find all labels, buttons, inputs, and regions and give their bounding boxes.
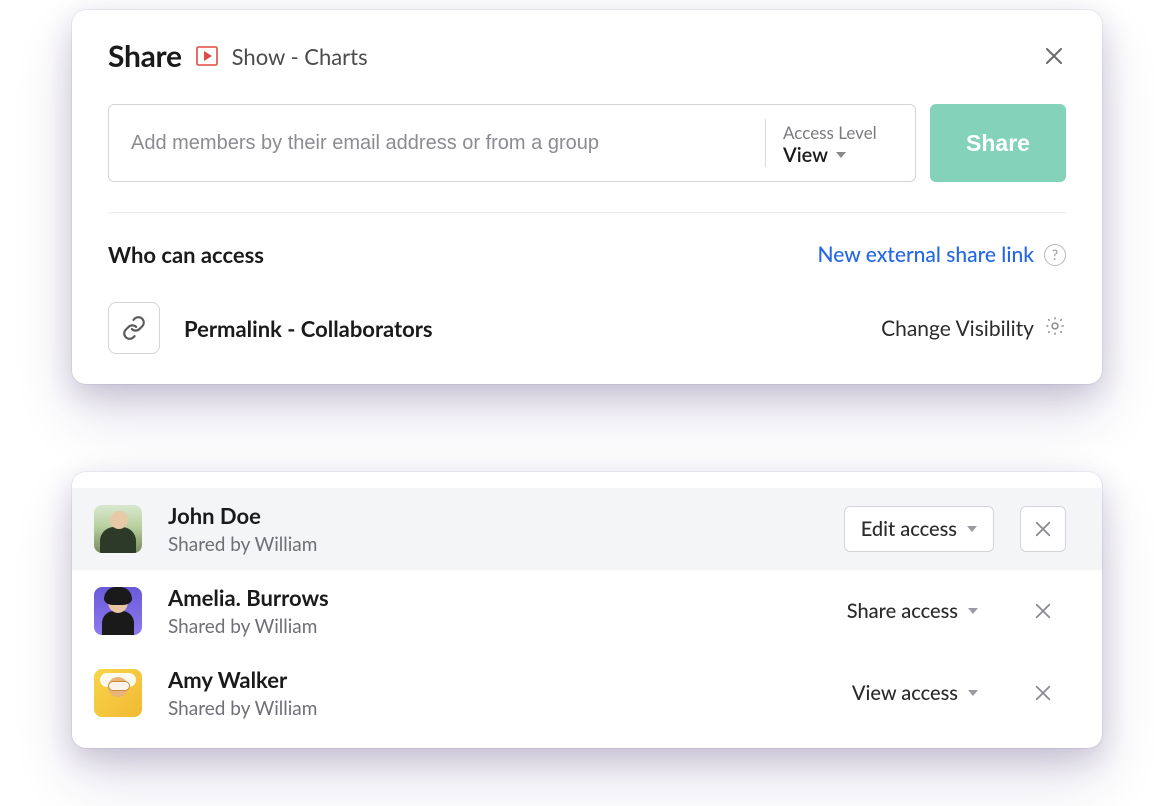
remove-member-button[interactable] bbox=[1020, 588, 1066, 634]
member-name: Amelia. Burrows bbox=[168, 584, 805, 611]
divider bbox=[108, 212, 1066, 213]
member-row: Amy Walker Shared by William View access bbox=[72, 652, 1102, 734]
permalink-row: Permalink - Collaborators Change Visibil… bbox=[108, 302, 1066, 354]
remove-member-button[interactable] bbox=[1020, 506, 1066, 552]
member-name: John Doe bbox=[168, 502, 818, 529]
help-icon[interactable]: ? bbox=[1044, 244, 1066, 266]
member-list: John Doe Shared by William Edit access A… bbox=[72, 488, 1102, 734]
remove-member-button[interactable] bbox=[1020, 670, 1066, 716]
add-member-input-group: Access Level View bbox=[108, 104, 916, 182]
show-play-icon bbox=[196, 46, 218, 66]
change-visibility-label: Change Visibility bbox=[881, 316, 1034, 341]
member-shared-by: Shared by William bbox=[168, 533, 818, 556]
dialog-header: Share Show - Charts bbox=[108, 38, 1066, 74]
change-visibility-button[interactable]: Change Visibility bbox=[881, 315, 1066, 341]
avatar bbox=[94, 587, 142, 635]
access-level-label: Access Level bbox=[783, 122, 897, 143]
member-shared-by: Shared by William bbox=[168, 697, 810, 720]
access-level-value: View bbox=[783, 143, 828, 167]
close-icon[interactable] bbox=[1042, 44, 1066, 68]
member-shared-by: Shared by William bbox=[168, 615, 805, 638]
member-row: Amelia. Burrows Shared by William Share … bbox=[72, 570, 1102, 652]
avatar bbox=[94, 669, 142, 717]
member-access-label: Edit access bbox=[861, 517, 957, 541]
chevron-down-icon bbox=[967, 526, 977, 532]
permalink-label: Permalink - Collaborators bbox=[184, 315, 433, 342]
member-row: John Doe Shared by William Edit access bbox=[72, 488, 1102, 570]
member-access-dropdown[interactable]: Edit access bbox=[844, 506, 994, 552]
new-external-share-link[interactable]: New external share link bbox=[818, 242, 1034, 267]
member-access-label: View access bbox=[852, 681, 958, 705]
chevron-down-icon bbox=[968, 608, 978, 614]
share-button[interactable]: Share bbox=[930, 104, 1066, 182]
share-dialog: Share Show - Charts Access Level View Sh… bbox=[72, 10, 1102, 384]
add-member-input[interactable] bbox=[109, 105, 765, 181]
member-list-card: John Doe Shared by William Edit access A… bbox=[72, 472, 1102, 748]
member-name: Amy Walker bbox=[168, 666, 810, 693]
chevron-down-icon bbox=[836, 152, 846, 158]
link-icon[interactable] bbox=[108, 302, 160, 354]
member-info: Amelia. Burrows Shared by William bbox=[168, 584, 805, 638]
member-info: John Doe Shared by William bbox=[168, 502, 818, 556]
avatar bbox=[94, 505, 142, 553]
member-access-label: Share access bbox=[847, 599, 958, 623]
document-name: Show - Charts bbox=[232, 43, 368, 70]
who-can-access-title: Who can access bbox=[108, 241, 264, 268]
access-level-dropdown[interactable]: Access Level View bbox=[765, 105, 915, 181]
member-access-dropdown[interactable]: View access bbox=[836, 671, 994, 715]
member-access-dropdown[interactable]: Share access bbox=[831, 589, 994, 633]
who-can-access-row: Who can access New external share link ? bbox=[108, 241, 1066, 268]
dialog-title: Share bbox=[108, 38, 182, 74]
add-member-row: Access Level View Share bbox=[108, 104, 1066, 182]
member-info: Amy Walker Shared by William bbox=[168, 666, 810, 720]
gear-icon bbox=[1044, 315, 1066, 341]
chevron-down-icon bbox=[968, 690, 978, 696]
